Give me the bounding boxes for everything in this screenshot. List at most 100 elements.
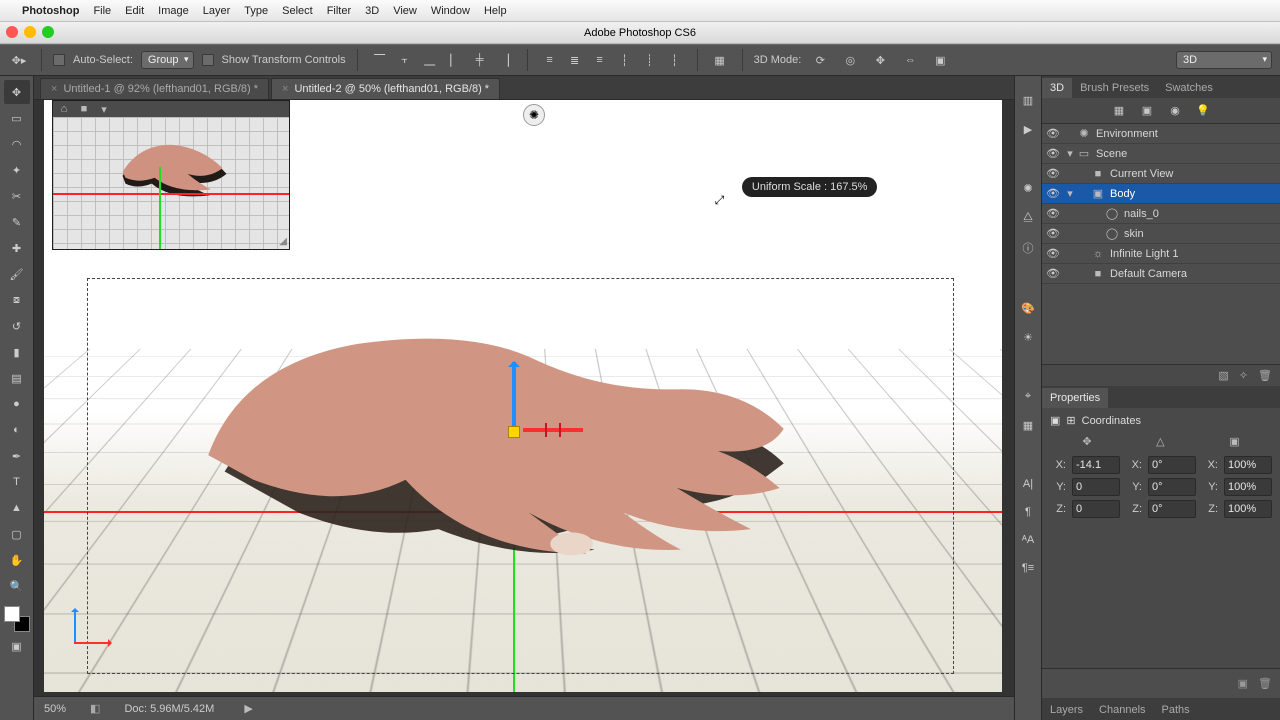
menu-view[interactable]: View	[393, 5, 417, 17]
tree-row[interactable]: 👁◯skin	[1042, 224, 1280, 244]
shape-tool[interactable]: ▢	[4, 522, 30, 546]
menu-window[interactable]: Window	[431, 5, 470, 17]
canvas[interactable]: ⤢ ✺ Uniform Scale : 167.5% ⌂ ■ ▾	[44, 100, 1002, 692]
twisty-icon[interactable]: ▾	[1064, 187, 1076, 200]
doc-tab-2[interactable]: ×Untitled-2 @ 50% (lefthand01, RGB/8) *	[271, 78, 500, 99]
rail-grid-icon[interactable]: ▦	[1023, 419, 1033, 432]
menu-select[interactable]: Select	[282, 5, 313, 17]
tab-brush-presets[interactable]: Brush Presets	[1072, 78, 1157, 98]
menu-image[interactable]: Image	[158, 5, 189, 17]
visibility-eye-icon[interactable]: 👁	[1042, 187, 1064, 200]
rail-color-icon[interactable]: 🎨	[1021, 302, 1035, 315]
window-zoom-button[interactable]	[42, 26, 54, 38]
mesh-icon[interactable]: ▣	[1050, 414, 1060, 427]
tab-3d[interactable]: 3D	[1042, 78, 1072, 98]
visibility-eye-icon[interactable]: 👁	[1042, 267, 1064, 280]
rot-x-input[interactable]	[1148, 456, 1196, 474]
app-name[interactable]: Photoshop	[22, 5, 79, 17]
auto-select-target-dropdown[interactable]: Group	[141, 51, 194, 69]
zoom-readout[interactable]: 50%	[44, 703, 66, 715]
reset-icon[interactable]: 🗑	[1258, 677, 1272, 690]
scl-x-input[interactable]	[1224, 456, 1272, 474]
visibility-eye-icon[interactable]: 👁	[1042, 207, 1064, 220]
visibility-eye-icon[interactable]: 👁	[1042, 167, 1064, 180]
delete-icon[interactable]: 🗑	[1258, 369, 1272, 382]
zoom-tool[interactable]: 🔍	[4, 574, 30, 598]
brush-tool[interactable]: 🖌	[4, 262, 30, 286]
move-tool[interactable]: ✥	[4, 80, 30, 104]
gradient-tool[interactable]: ▤	[4, 366, 30, 390]
blur-tool[interactable]: ●	[4, 392, 30, 416]
pos-x-input[interactable]	[1072, 456, 1120, 474]
pos-z-input[interactable]	[1072, 500, 1120, 518]
rail-edit-icon[interactable]: ▥	[1023, 94, 1033, 107]
scale3d-icon[interactable]: ▣	[929, 50, 951, 70]
wand-tool[interactable]: ✦	[4, 158, 30, 182]
secondary-3d-view[interactable]: ⌂ ■ ▾ ◢	[52, 100, 290, 250]
show-transform-checkbox[interactable]	[202, 54, 214, 66]
rail-styles2-icon[interactable]: ¶≡	[1022, 562, 1034, 574]
menu-type[interactable]: Type	[244, 5, 268, 17]
tab-channels[interactable]: Channels	[1091, 700, 1153, 720]
align-vcenter-icon[interactable]: ⫟	[394, 50, 416, 70]
tab-paths[interactable]: Paths	[1154, 700, 1198, 720]
dist-hcenter-icon[interactable]: ┊	[639, 50, 661, 70]
new-light-icon[interactable]: ✧	[1239, 369, 1248, 382]
tab-properties[interactable]: Properties	[1042, 388, 1108, 408]
render-to-canvas-icon[interactable]: ▣	[1238, 677, 1248, 690]
crop-tool[interactable]: ✂	[4, 184, 30, 208]
align-hcenter-icon[interactable]: ╪	[469, 50, 491, 70]
visibility-eye-icon[interactable]: 👁	[1042, 247, 1064, 260]
align-top-icon[interactable]: ⎺	[369, 50, 391, 70]
doc-size-readout[interactable]: Doc: 5.96M/5.42M	[124, 703, 214, 715]
rail-styles-icon[interactable]: ᴬA	[1022, 534, 1034, 546]
workspace-dropdown[interactable]: 3D	[1176, 51, 1272, 69]
align-left-icon[interactable]: ▏	[444, 50, 466, 70]
visibility-eye-icon[interactable]: 👁	[1042, 227, 1064, 240]
menu-file[interactable]: File	[93, 5, 111, 17]
rail-histogram-icon[interactable]: ⧋	[1023, 211, 1033, 224]
sv-camera-icon[interactable]: ■	[77, 103, 91, 115]
scl-y-input[interactable]	[1224, 478, 1272, 496]
auto-align-icon[interactable]: ▦	[709, 50, 731, 70]
rail-play-icon[interactable]: ▶	[1024, 123, 1032, 136]
path-select-tool[interactable]: ▲	[4, 496, 30, 520]
3d-scene-tree[interactable]: 👁✺Environment👁▾▭Scene👁■Current View👁▾▣Bo…	[1042, 124, 1280, 364]
rail-para-icon[interactable]: ¶	[1025, 506, 1031, 518]
rail-info-icon[interactable]: ⓘ	[1023, 240, 1034, 256]
type-tool[interactable]: T	[4, 470, 30, 494]
status-icon[interactable]: ◧	[90, 702, 100, 715]
menu-edit[interactable]: Edit	[125, 5, 144, 17]
canvas-area[interactable]: ⤢ ✺ Uniform Scale : 167.5% ⌂ ■ ▾	[34, 100, 1014, 720]
pen-tool[interactable]: ✒	[4, 444, 30, 468]
marquee-tool[interactable]: ▭	[4, 106, 30, 130]
tree-row[interactable]: 👁■Current View	[1042, 164, 1280, 184]
filter-scene-icon[interactable]: ▦	[1110, 104, 1128, 117]
sv-menu-icon[interactable]: ▾	[97, 103, 111, 115]
tree-row[interactable]: 👁▾▭Scene	[1042, 144, 1280, 164]
align-right-icon[interactable]: ▕	[494, 50, 516, 70]
pos-y-input[interactable]	[1072, 478, 1120, 496]
rail-adjust-icon[interactable]: ☀	[1023, 331, 1033, 344]
tree-row[interactable]: 👁▾▣Body	[1042, 184, 1280, 204]
eyedropper-tool[interactable]: ✎	[4, 210, 30, 234]
rail-char-icon[interactable]: A|	[1023, 478, 1033, 490]
dist-vcenter-icon[interactable]: ≣	[564, 50, 586, 70]
tree-row[interactable]: 👁☼Infinite Light 1	[1042, 244, 1280, 264]
filter-material-icon[interactable]: ◉	[1166, 104, 1184, 117]
gizmo-origin[interactable]	[508, 426, 520, 438]
rot-z-input[interactable]	[1148, 500, 1196, 518]
render-icon[interactable]: ▧	[1218, 369, 1228, 382]
menu-help[interactable]: Help	[484, 5, 507, 17]
traffic-lights[interactable]	[6, 26, 54, 38]
pan-icon[interactable]: ✥	[869, 50, 891, 70]
rot-y-input[interactable]	[1148, 478, 1196, 496]
twisty-icon[interactable]: ▾	[1064, 147, 1076, 160]
tab-swatches[interactable]: Swatches	[1157, 78, 1221, 98]
filter-mesh-icon[interactable]: ▣	[1138, 104, 1156, 117]
doc-tab-1[interactable]: ×Untitled-1 @ 92% (lefthand01, RGB/8) *	[40, 78, 269, 99]
scl-z-input[interactable]	[1224, 500, 1272, 518]
bounding-box[interactable]	[87, 278, 954, 675]
rail-tool-icon[interactable]: ⌖	[1025, 390, 1031, 403]
auto-select-checkbox[interactable]	[53, 54, 65, 66]
